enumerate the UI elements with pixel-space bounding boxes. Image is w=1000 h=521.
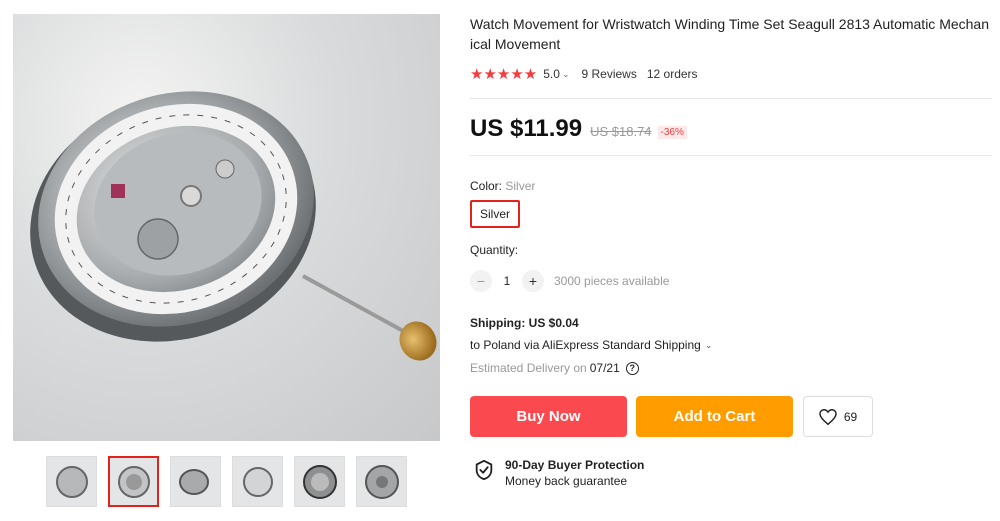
quantity-increase-button[interactable]: +: [522, 270, 544, 292]
color-selected-value: Silver: [505, 179, 536, 193]
star-rating-icon: ★★★★★: [470, 66, 538, 83]
product-info: Watch Movement for Wristwatch Winding Ti…: [470, 14, 992, 489]
estimated-delivery: Estimated Delivery on 07/21 ?: [470, 361, 992, 375]
color-label-text: Color:: [470, 179, 503, 193]
stock-available: 3000 pieces available: [554, 274, 670, 288]
buy-now-button[interactable]: Buy Now: [470, 396, 627, 437]
quantity-stepper: − 1 + 3000 pieces available: [470, 270, 992, 292]
wishlist-count: 69: [843, 409, 858, 424]
rating-value[interactable]: 5.0: [543, 67, 560, 81]
thumbnail[interactable]: [294, 456, 345, 507]
shield-check-icon: [475, 459, 493, 481]
product-title: Watch Movement for Wristwatch Winding Ti…: [470, 16, 990, 52]
action-buttons: Buy Now Add to Cart 69: [470, 396, 992, 437]
divider: [470, 155, 992, 156]
thumbnail-strip: [46, 456, 407, 507]
thumbnail-active[interactable]: [108, 456, 159, 507]
divider: [470, 98, 992, 99]
help-icon[interactable]: ?: [625, 361, 639, 375]
thumbnail[interactable]: [232, 456, 283, 507]
discount-badge: -36%: [657, 126, 687, 139]
reviews-link[interactable]: 9 Reviews: [581, 67, 636, 81]
thumbnail[interactable]: [46, 456, 97, 507]
quantity-decrease-button[interactable]: −: [470, 270, 492, 292]
add-to-cart-button[interactable]: Add to Cart: [636, 396, 793, 437]
original-price: US $18.74: [590, 124, 652, 139]
shipping-price: Shipping: US $0.04: [470, 316, 579, 330]
delivery-date: 07/21: [589, 361, 620, 375]
price-row: US $11.99 US $18.74 -36%: [470, 115, 992, 145]
quantity-label: Quantity:: [470, 243, 519, 257]
chevron-down-icon[interactable]: ⌄: [705, 340, 713, 351]
shipping-method-text[interactable]: to Poland via AliExpress Standard Shippi…: [470, 338, 701, 352]
protection-subtitle: Money back guarantee: [505, 474, 628, 488]
color-label: Color: Silver: [470, 179, 992, 193]
wishlist-button[interactable]: 69: [803, 396, 873, 437]
orders-count: 12 orders: [646, 67, 698, 81]
rating-row: ★★★★★ 5.0 ⌄ 9 Reviews 12 orders: [470, 66, 992, 83]
quantity-input[interactable]: 1: [492, 274, 522, 288]
thumbnail[interactable]: [356, 456, 407, 507]
color-option-silver[interactable]: Silver: [470, 200, 521, 228]
chevron-down-icon[interactable]: ⌄: [562, 69, 570, 80]
protection-title: 90-Day Buyer Protection: [505, 458, 645, 472]
delivery-label: Estimated Delivery on: [470, 361, 587, 375]
shipping-method[interactable]: to Poland via AliExpress Standard Shippi…: [470, 338, 992, 352]
thumbnail[interactable]: [170, 456, 221, 507]
product-main-image[interactable]: [13, 14, 440, 441]
buyer-protection: 90-Day Buyer Protection Money back guara…: [470, 457, 992, 489]
current-price: US $11.99: [470, 115, 583, 142]
heart-icon: [819, 408, 837, 425]
